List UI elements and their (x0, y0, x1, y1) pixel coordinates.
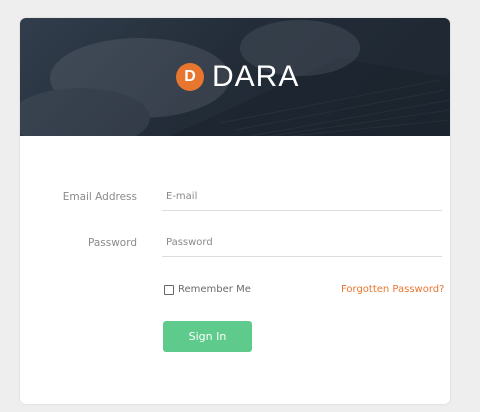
brand-name: DARA (212, 60, 300, 93)
hero-banner: D DARA (20, 18, 450, 136)
sign-in-button[interactable]: Sign In (163, 321, 252, 352)
email-field[interactable] (162, 183, 442, 211)
checkbox-icon[interactable] (164, 284, 174, 295)
logo-d-icon: D (176, 63, 204, 91)
password-field[interactable] (162, 229, 442, 257)
brand-logo: D DARA (176, 58, 299, 96)
forgot-password-link[interactable]: Forgotten Password? (341, 284, 444, 295)
remember-me-label: Remember Me (178, 284, 251, 295)
logo-letter: D (184, 68, 196, 85)
password-label: Password (87, 237, 137, 249)
email-label: Email Address (62, 191, 137, 203)
login-card: D DARA Email Address Password Remember M… (20, 18, 450, 404)
remember-me-checkbox[interactable]: Remember Me (164, 284, 251, 295)
